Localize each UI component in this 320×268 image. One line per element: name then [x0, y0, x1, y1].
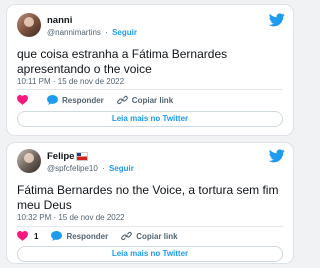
heart-icon	[17, 231, 28, 241]
copy-link-label: Copiar link	[136, 231, 178, 241]
separator-dot: ·	[102, 164, 105, 173]
author-handle-line: @nannimartins · Seguir	[47, 28, 137, 37]
author-name-line: Felipe	[47, 151, 89, 162]
tweet-timestamp[interactable]: 10:11 PM · 15 de nov de 2022	[17, 77, 124, 86]
author-name[interactable]: Felipe	[47, 151, 74, 162]
tweet-actions: 1 Responder Copiar link	[17, 231, 191, 241]
link-icon	[121, 231, 133, 241]
read-more-button[interactable]: Leia mais no Twitter	[17, 246, 283, 262]
copy-link-label: Copiar link	[131, 95, 174, 105]
reply-button[interactable]: Responder	[47, 95, 104, 105]
follow-button[interactable]: Seguir	[112, 28, 137, 37]
copy-link-button[interactable]: Copiar link	[116, 95, 174, 105]
avatar[interactable]	[17, 13, 41, 37]
copy-link-button[interactable]: Copiar link	[121, 231, 178, 241]
twitter-bird-icon[interactable]	[269, 149, 285, 163]
tweet-card: nanni @nannimartins · Seguir que coisa e…	[6, 4, 294, 136]
like-button[interactable]: 1	[17, 231, 38, 241]
like-button[interactable]	[17, 95, 34, 105]
heart-icon	[17, 95, 28, 105]
tweet-text: Fátima Bernardes no the Voice, a tortura…	[17, 183, 279, 212]
reply-label: Responder	[66, 231, 109, 241]
separator-dot: ·	[105, 28, 108, 37]
link-icon	[116, 95, 128, 105]
author-name[interactable]: nanni	[47, 15, 72, 26]
avatar[interactable]	[17, 149, 41, 173]
reply-button[interactable]: Responder	[51, 231, 108, 241]
author-handle[interactable]: @spfcfelipe10	[47, 164, 98, 173]
author-handle-line: @spfcfelipe10 · Seguir	[47, 164, 134, 173]
speech-bubble-icon	[47, 95, 58, 105]
divider	[17, 89, 283, 90]
tweet-text: que coisa estranha a Fátima Bernardes ap…	[17, 47, 228, 76]
speech-bubble-icon	[51, 231, 63, 241]
twitter-bird-icon[interactable]	[269, 13, 285, 27]
author-handle[interactable]: @nannimartins	[47, 28, 101, 37]
flag-icon	[76, 151, 89, 161]
read-more-button[interactable]: Leia mais no Twitter	[17, 111, 283, 127]
tweet-actions: Responder Copiar link	[17, 95, 186, 105]
tweet-card: Felipe @spfcfelipe10 · Seguir Fátima Ber…	[6, 142, 294, 264]
divider	[17, 226, 283, 227]
follow-button[interactable]: Seguir	[109, 164, 134, 173]
tweet-timestamp[interactable]: 10:32 PM · 15 de nov de 2022	[17, 213, 125, 222]
like-count: 1	[34, 231, 39, 241]
reply-label: Responder	[62, 95, 104, 105]
